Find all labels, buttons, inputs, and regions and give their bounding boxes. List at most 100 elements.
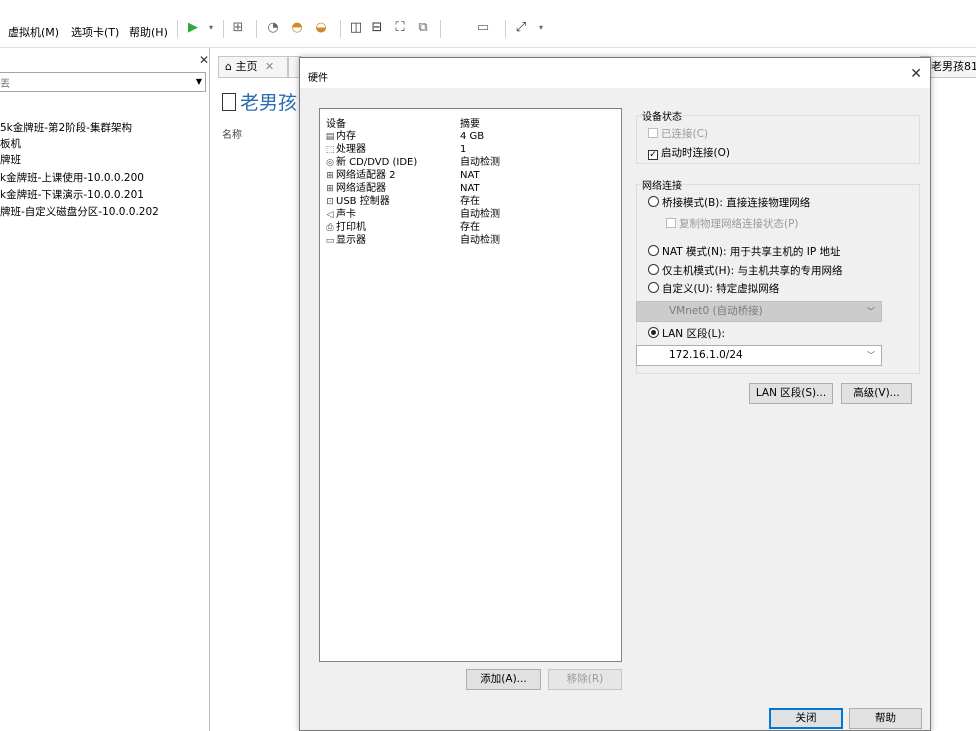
toolbar-separator (256, 20, 257, 38)
library-item[interactable]: k金牌班-上课使用-10.0.0.200 (0, 170, 144, 185)
toolbar-separator (505, 20, 506, 38)
custom-network-select[interactable]: VMnet0 (自动桥接) ﹀ (636, 301, 882, 322)
close-button[interactable]: 关闭 (769, 708, 843, 729)
play-icon[interactable]: ▶ (184, 19, 202, 37)
custom-radio[interactable]: 自定义(U): 特定虚拟网络 (648, 281, 779, 296)
connected-checkbox[interactable]: 已连接(C) (648, 126, 708, 141)
snapshot-icon[interactable]: ◔ (264, 19, 282, 37)
menu-toolbar: 虚拟机(M) 选项卡(T) 帮助(H) ▶ ▾ ⊞ ◔ ◓ ◒ ◫ ⊟ ⛶ ⧉ … (0, 0, 976, 48)
replicate-state-checkbox[interactable]: 复制物理网络连接状态(P) (666, 216, 799, 231)
toolbar-separator (177, 20, 178, 38)
summary-column-header: 摘要 (460, 119, 480, 130)
device-row[interactable]: ◎ 新 CD/DVD (IDE) 自动检测 (324, 156, 619, 169)
radio-icon (648, 264, 659, 275)
device-row[interactable]: ⬚ 处理器 1 (324, 143, 619, 156)
snapshot-revert-icon[interactable]: ◓ (288, 19, 306, 37)
device-row[interactable]: ⊡ USB 控制器 存在 (324, 195, 619, 208)
checkbox-box (648, 128, 658, 138)
device-summary: 自动检测 (460, 209, 500, 220)
close-icon[interactable]: ✕ (910, 66, 922, 82)
lan-segment-label: LAN 区段(L): (662, 328, 726, 340)
device-summary: 自动检测 (460, 157, 500, 168)
lan-segment-radio[interactable]: LAN 区段(L): (648, 326, 725, 341)
device-summary: 自动检测 (460, 235, 500, 246)
chevron-down-icon[interactable]: ▾ (202, 19, 220, 37)
lan-segments-button[interactable]: LAN 区段(S)... (749, 383, 833, 404)
console-icon[interactable]: ▭ (474, 19, 492, 37)
search-text: 丟 (0, 79, 10, 90)
checkbox-box (666, 218, 676, 228)
device-list[interactable]: 设备 摘要 ▤ 内存 4 GB ⬚ 处理器 1 ◎ 新 CD/DVD (IDE) 自动检测 ⊞ 网络… (319, 108, 622, 662)
help-button[interactable]: 帮助 (849, 708, 922, 729)
sidebar-toggle-icon[interactable]: ◫ (347, 19, 365, 37)
thumbnail-icon[interactable]: ⊟ (368, 19, 386, 37)
chevron-down-icon[interactable]: ▼ (196, 77, 202, 86)
replicate-label: 复制物理网络连接状态(P) (679, 218, 799, 230)
close-icon[interactable]: ✕ (265, 60, 274, 73)
vm-icon (222, 93, 236, 111)
custom-label: 自定义(U): 特定虚拟网络 (662, 283, 780, 295)
tab-home[interactable]: ⌂ 主页 ✕ (218, 56, 288, 78)
nat-radio[interactable]: NAT 模式(N): 用于共享主机的 IP 地址 (648, 244, 841, 259)
device-row[interactable]: ⎙ 打印机 存在 (324, 221, 619, 234)
close-icon[interactable]: ✕ (199, 53, 209, 67)
connect-at-power-on-checkbox[interactable]: ✓ 启动时连接(O) (648, 145, 730, 160)
device-name: USB 控制器 (336, 196, 390, 207)
vm-title-text: 老男孩 (240, 92, 298, 114)
check-icon: ✓ (648, 150, 658, 160)
device-row[interactable]: ⊞ 网络适配器 2 NAT (324, 169, 619, 182)
device-column-header: 设备 (326, 119, 346, 130)
connect-at-power-on-label: 启动时连接(O) (661, 147, 730, 159)
lan-segment-value: 172.16.1.0/24 (669, 349, 743, 361)
device-row[interactable]: ◁ 声卡 自动检测 (324, 208, 619, 221)
device-summary: 存在 (460, 222, 480, 233)
device-name: 内存 (336, 131, 356, 142)
bridged-radio[interactable]: 桥接模式(B): 直接连接物理网络 (648, 195, 810, 210)
network-connection-label: 网络连接 (641, 177, 683, 192)
device-summary: 1 (460, 144, 467, 155)
display-icon: ▭ (325, 236, 335, 246)
menu-help[interactable]: 帮助(H) (129, 24, 168, 40)
library-item[interactable]: 牌班-自定义磁盘分区-10.0.0.202 (0, 204, 159, 219)
remove-device-button[interactable]: 移除(R) (548, 669, 622, 690)
home-icon: ⌂ (225, 60, 232, 73)
device-name: 显示器 (336, 235, 366, 246)
host-only-label: 仅主机模式(H): 与主机共享的专用网络 (662, 265, 843, 277)
library-item[interactable]: k金牌班-下课演示-10.0.0.201 (0, 187, 144, 202)
library-item[interactable]: 板机 (0, 136, 21, 151)
chevron-down-icon[interactable]: ▾ (532, 19, 550, 37)
tab-right-label: 老男孩81期 (931, 60, 976, 73)
snapshot-manager-icon[interactable]: ◒ (312, 19, 330, 37)
unity-icon[interactable]: ⧉ (414, 19, 432, 37)
advanced-button[interactable]: 高级(V)... (841, 383, 912, 404)
device-row[interactable]: ⊞ 网络适配器 NAT (324, 182, 619, 195)
library-sidebar: ✕ 丟 ▼ 5k金牌班-第2阶段-集群架构 板机 牌班 k金牌班-上课使用-10… (0, 48, 210, 731)
menu-vm[interactable]: 虚拟机(M) (8, 24, 59, 40)
device-name: 网络适配器 (336, 183, 386, 194)
fullscreen-icon[interactable]: ⛶ (391, 19, 409, 37)
device-name: 处理器 (336, 144, 366, 155)
radio-icon (648, 282, 659, 293)
tab-home-label: 主页 (235, 60, 258, 73)
menu-tabs[interactable]: 选项卡(T) (71, 24, 119, 40)
radio-selected-icon (648, 327, 659, 338)
library-item[interactable]: 5k金牌班-第2阶段-集群架构 (0, 120, 132, 135)
device-row[interactable]: ▭ 显示器 自动检测 (324, 234, 619, 247)
hardware-dialog: 硬件 ✕ 设备 摘要 ▤ 内存 4 GB ⬚ 处理器 1 ◎ 新 CD/DVD (IDE) 自动… (299, 57, 931, 731)
host-only-radio[interactable]: 仅主机模式(H): 与主机共享的专用网络 (648, 263, 842, 278)
stretch-icon[interactable]: ⤢ (512, 19, 530, 37)
device-row[interactable]: ▤ 内存 4 GB (324, 130, 619, 143)
dialog-title: 硬件 (308, 73, 328, 84)
device-summary: NAT (460, 183, 480, 194)
library-search-input[interactable]: 丟 ▼ (0, 72, 206, 92)
add-device-button[interactable]: 添加(A)... (466, 669, 541, 690)
name-column-header: 名称 (222, 130, 242, 141)
device-summary: 存在 (460, 196, 480, 207)
radio-icon (648, 196, 659, 207)
nat-label: NAT 模式(N): 用于共享主机的 IP 地址 (662, 246, 841, 258)
library-item[interactable]: 牌班 (0, 152, 21, 167)
toolbar-separator (223, 20, 224, 38)
device-name: 新 CD/DVD (IDE) (336, 157, 418, 168)
network-icon[interactable]: ⊞ (229, 19, 247, 37)
lan-segment-select[interactable]: 172.16.1.0/24 ﹀ (636, 345, 882, 366)
